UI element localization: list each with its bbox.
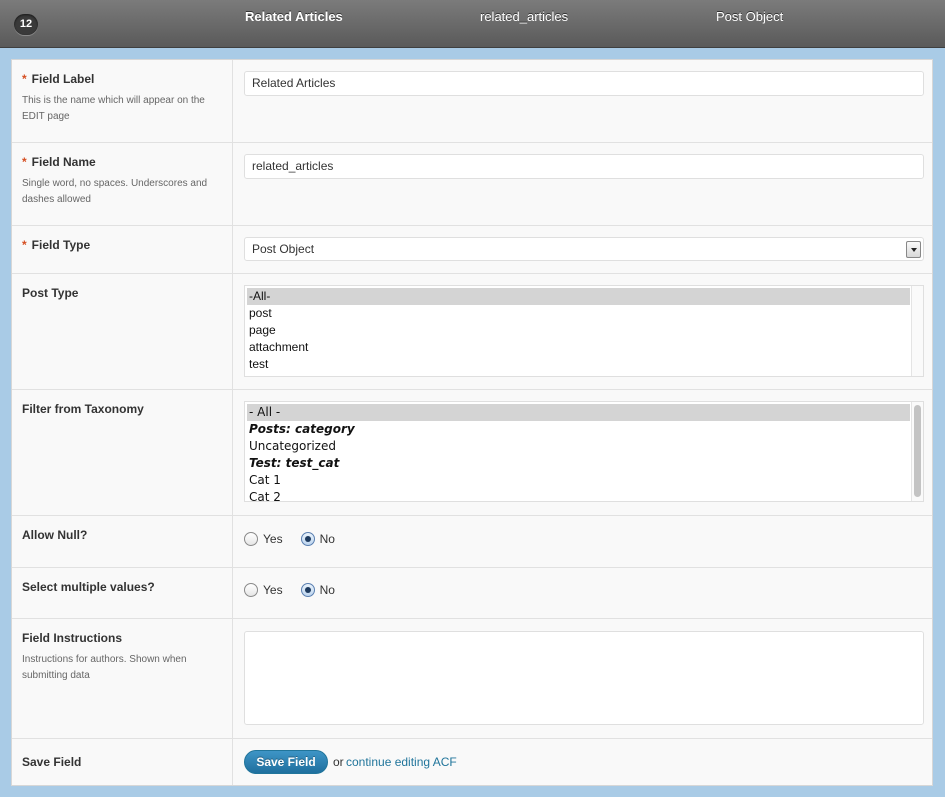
header-field-label[interactable]: Related Articles <box>245 9 343 24</box>
field-name-input[interactable]: related_articles <box>244 154 924 179</box>
instructions-description: Instructions for authors. Shown when sub… <box>22 654 187 681</box>
taxonomy-title: Filter from Taxonomy <box>22 402 144 416</box>
row-save: Save Field Save Field or continue editin… <box>12 739 932 785</box>
taxonomy-group-label: Posts: category <box>249 422 355 436</box>
multiple-yes-radio[interactable] <box>244 583 258 597</box>
field-order-badge: 12 <box>14 14 38 35</box>
post-type-listbox[interactable]: -All- post page attachment test <box>244 285 924 377</box>
row-post-type: Post Type -All- post page attachment tes… <box>12 274 932 390</box>
row-label-column: Filter from Taxonomy <box>12 390 233 515</box>
multiple-title: Select multiple values? <box>22 580 155 594</box>
save-title: Save Field <box>22 755 82 769</box>
taxonomy-option[interactable]: Cat 1 <box>247 472 910 489</box>
field-settings-panel: * Field Label This is the name which will… <box>11 59 933 786</box>
row-label-column: Select multiple values? <box>12 568 233 618</box>
taxonomy-scrollbar[interactable] <box>911 402 923 501</box>
multiple-radio-group: Yes No <box>244 583 353 597</box>
allow-null-no-label[interactable]: No <box>320 532 335 546</box>
row-label-column: * Field Type <box>12 226 233 273</box>
post-type-option[interactable]: post <box>247 305 910 322</box>
required-marker: * <box>22 238 27 252</box>
continue-editing-link[interactable]: continue editing ACF <box>346 755 457 769</box>
row-label-column: * Field Label This is the name which will… <box>12 60 233 142</box>
taxonomy-group-label: Test: test_cat <box>249 456 340 470</box>
allow-null-no-radio[interactable] <box>300 532 315 546</box>
save-field-button[interactable]: Save Field <box>244 750 328 774</box>
field-type-selected-value: Post Object <box>252 242 315 256</box>
taxonomy-scroll-thumb[interactable] <box>914 405 921 497</box>
or-text: or <box>333 755 344 769</box>
required-marker: * <box>22 72 27 86</box>
taxonomy-option[interactable]: Cat 2 <box>247 489 910 501</box>
instructions-textarea[interactable] <box>244 631 924 725</box>
taxonomy-listbox[interactable]: - All - Posts: category Uncategorized Te… <box>244 401 924 502</box>
post-type-option[interactable]: attachment <box>247 339 910 356</box>
required-marker: * <box>22 155 27 169</box>
row-field-label: * Field Label This is the name which will… <box>12 60 932 143</box>
multiple-yes-label[interactable]: Yes <box>263 583 283 597</box>
taxonomy-option[interactable]: Uncategorized <box>247 438 910 455</box>
instructions-title: Field Instructions <box>22 631 123 645</box>
header-field-type: Post Object <box>716 9 784 24</box>
allow-null-yes-label[interactable]: Yes <box>263 532 283 546</box>
allow-null-title: Allow Null? <box>22 528 88 542</box>
taxonomy-option[interactable]: - All - <box>247 404 910 421</box>
chevron-down-icon[interactable] <box>906 241 921 258</box>
multiple-no-label[interactable]: No <box>320 583 335 597</box>
post-type-option[interactable]: page <box>247 322 910 339</box>
allow-null-radio-group: Yes No <box>244 532 353 546</box>
field-name-title: * Field Name <box>22 155 96 169</box>
post-type-scrollbar[interactable] <box>911 286 923 376</box>
post-type-title: Post Type <box>22 286 79 300</box>
field-label-title: * Field Label <box>22 72 95 86</box>
row-multiple: Select multiple values? Yes No <box>12 568 932 619</box>
field-label-description: This is the name which will appear on th… <box>22 95 205 122</box>
allow-null-yes-radio[interactable] <box>244 532 258 546</box>
row-allow-null: Allow Null? Yes No <box>12 516 932 568</box>
row-label-column: Save Field <box>12 739 233 785</box>
field-name-description: Single word, no spaces. Underscores and … <box>22 178 208 205</box>
field-type-title: * Field Type <box>22 238 91 252</box>
field-label-input[interactable]: Related Articles <box>244 71 924 96</box>
header-field-name: related_articles <box>480 9 569 24</box>
row-field-type: * Field Type Post Object <box>12 226 932 274</box>
post-type-option[interactable]: test <box>247 356 910 373</box>
row-taxonomy: Filter from Taxonomy - All - Posts: cate… <box>12 390 932 516</box>
row-field-name: * Field Name Single word, no spaces. Unde… <box>12 143 932 226</box>
row-label-column: * Field Name Single word, no spaces. Unde… <box>12 143 233 225</box>
row-label-column: Allow Null? <box>12 516 233 567</box>
row-label-column: Field Instructions Instructions for auth… <box>12 619 233 738</box>
field-header-bar[interactable]: 12 Related Articles related_articles Pos… <box>0 0 945 48</box>
post-type-option[interactable]: -All- <box>247 288 910 305</box>
field-type-select[interactable]: Post Object <box>244 237 924 261</box>
row-instructions: Field Instructions Instructions for auth… <box>12 619 932 739</box>
multiple-no-radio[interactable] <box>300 583 315 597</box>
row-label-column: Post Type <box>12 274 233 389</box>
